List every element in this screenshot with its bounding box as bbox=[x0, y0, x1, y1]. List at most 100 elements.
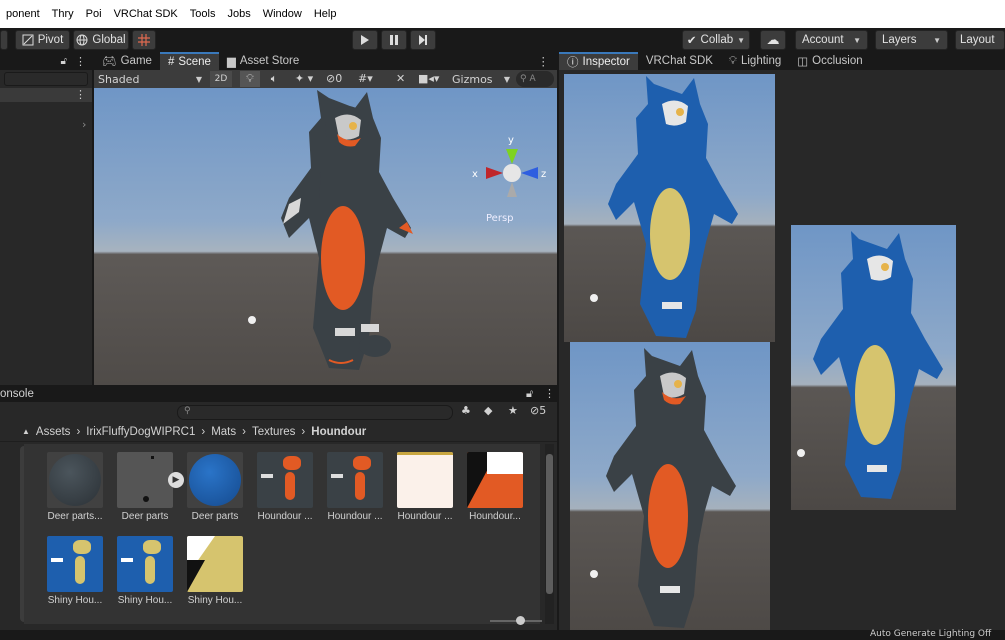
layers-dropdown[interactable]: Layers ▼ bbox=[875, 30, 948, 50]
asset-item[interactable]: Houndour... bbox=[462, 452, 528, 522]
label-tag-icon[interactable]: ◆ bbox=[484, 404, 492, 417]
menu-poi[interactable]: Poi bbox=[80, 8, 108, 24]
asset-item[interactable]: Houndour ... bbox=[252, 452, 318, 522]
tab-vrchat-sdk[interactable]: VRChat SDK bbox=[638, 52, 721, 70]
menu-jobs[interactable]: Jobs bbox=[221, 8, 256, 24]
expand-arrow-icon[interactable]: › bbox=[82, 118, 86, 131]
tool-button-edge[interactable] bbox=[0, 30, 8, 50]
tab-console[interactable]: onsole bbox=[0, 388, 34, 400]
material-thumbnail bbox=[47, 452, 103, 508]
hash-icon: # bbox=[167, 56, 175, 68]
breadcrumb: ▲ Assets › IrixFluffyDogWIPRC1 › Mats › Tex… bbox=[0, 422, 557, 442]
more-options-icon[interactable]: ⋮ bbox=[544, 387, 555, 400]
tab-scene[interactable]: # Scene bbox=[159, 52, 219, 70]
globe-icon bbox=[76, 34, 88, 46]
hidden-packages-toggle[interactable]: ⊘5 bbox=[530, 404, 546, 417]
play-button[interactable] bbox=[352, 30, 378, 50]
shading-mode-label: Shaded bbox=[98, 72, 140, 86]
perspective-label[interactable]: Persp bbox=[486, 213, 514, 224]
chevron-down-icon: ▼ bbox=[737, 35, 746, 45]
material-thumbnail bbox=[187, 452, 243, 508]
menu-tools[interactable]: Tools bbox=[184, 8, 222, 24]
pivot-button[interactable]: Pivot bbox=[15, 30, 70, 50]
breadcrumb-mats[interactable]: Mats bbox=[211, 426, 236, 438]
scene-panel: 🎮︎ Game # Scene ▆ Asset Store ⋮ Shaded ▼ 2D… bbox=[94, 52, 557, 385]
scene-search-input[interactable]: ⚲ A bbox=[516, 71, 554, 87]
material-thumbnail bbox=[117, 452, 173, 508]
asset-label: Shiny Hou... bbox=[47, 595, 103, 606]
asset-item[interactable]: Houndour ... bbox=[322, 452, 388, 522]
more-options-icon[interactable]: ⋮ bbox=[75, 55, 86, 68]
asset-item[interactable]: Deer parts bbox=[182, 452, 248, 522]
breadcrumb-houndour[interactable]: Houndour bbox=[311, 426, 366, 438]
asset-item[interactable]: Shiny Hou... bbox=[112, 536, 178, 606]
pause-button[interactable] bbox=[381, 30, 407, 50]
asset-item[interactable]: Shiny Hou... bbox=[182, 536, 248, 606]
grid-snap-button[interactable] bbox=[132, 30, 156, 50]
menu-items: ponent Thry Poi VRChat SDK Tools Jobs Wi… bbox=[0, 8, 342, 24]
layout-dropdown[interactable]: Layout bbox=[955, 30, 1005, 50]
light-probe-icon bbox=[248, 316, 256, 324]
asset-item[interactable]: Deer parts bbox=[112, 452, 178, 522]
asset-item[interactable]: Shiny Hou... bbox=[42, 536, 108, 606]
collab-button[interactable]: ✔ Collab ▼ bbox=[682, 30, 750, 50]
tab-asset-store[interactable]: ▆ Asset Store bbox=[219, 52, 307, 70]
asset-label: Houndour... bbox=[469, 511, 521, 522]
menu-thry[interactable]: Thry bbox=[46, 8, 80, 24]
main-toolbar: Pivot Global ✔ Collab ▼ ☁ Account ▼ Laye… bbox=[0, 28, 1005, 52]
menu-vrchat-sdk[interactable]: VRChat SDK bbox=[108, 8, 184, 24]
audio-toggle-button[interactable]: 🔈︎ bbox=[264, 71, 284, 87]
lock-icon[interactable]: 🔓︎ bbox=[526, 387, 533, 401]
filter-type-icon[interactable]: ♣ bbox=[461, 404, 471, 417]
tab-occlusion-label: Occlusion bbox=[812, 55, 863, 67]
effects-dropdown[interactable]: ✦ ▾ bbox=[288, 71, 320, 87]
camera-icon: ■◂▾ bbox=[418, 72, 440, 85]
collapse-arrow-icon[interactable]: ▲ bbox=[22, 427, 30, 436]
tab-lighting[interactable]: 💡︎ Lighting bbox=[721, 52, 789, 70]
grid-dropdown[interactable]: #▾ bbox=[358, 71, 390, 87]
cloud-button[interactable]: ☁ bbox=[760, 30, 786, 50]
tools-button[interactable]: ✕ bbox=[396, 71, 414, 87]
breadcrumb-assets[interactable]: Assets bbox=[36, 426, 71, 438]
tab-inspector[interactable]: ⓘ Inspector bbox=[559, 52, 638, 70]
lighting-toggle-button[interactable]: 💡︎ bbox=[240, 71, 260, 87]
menu-component[interactable]: ponent bbox=[0, 8, 46, 24]
asset-item[interactable]: Houndour ... bbox=[392, 452, 458, 522]
tab-game[interactable]: 🎮︎ Game bbox=[94, 52, 160, 70]
pivot-icon bbox=[22, 34, 34, 46]
hierarchy-search-input[interactable] bbox=[4, 72, 88, 86]
hidden-objects-toggle[interactable]: ⊘0 bbox=[326, 71, 354, 87]
scene-more-icon[interactable]: ⋮ bbox=[530, 52, 558, 70]
project-search-input[interactable]: ⚲ bbox=[177, 405, 453, 420]
layout-label: Layout bbox=[960, 34, 995, 46]
breadcrumb-irix[interactable]: IrixFluffyDogWIPRC1 bbox=[86, 426, 195, 438]
scene-tabbar: 🎮︎ Game # Scene ▆ Asset Store ⋮ bbox=[94, 52, 557, 70]
scene-options-icon[interactable]: ⋮ bbox=[75, 88, 86, 101]
favorite-star-icon[interactable]: ★ bbox=[508, 404, 518, 417]
lock-icon[interactable]: 🔓︎ bbox=[61, 56, 67, 67]
step-button[interactable] bbox=[410, 30, 436, 50]
thumbnail-size-slider[interactable] bbox=[490, 616, 542, 625]
toggle-2d-button[interactable]: 2D bbox=[210, 71, 232, 87]
asset-item[interactable]: Deer parts... bbox=[42, 452, 108, 522]
chevron-down-icon: ▼ bbox=[195, 74, 202, 84]
tab-occlusion[interactable]: ◫ Occlusion bbox=[789, 52, 870, 70]
breadcrumb-textures[interactable]: Textures bbox=[252, 426, 295, 438]
tab-scene-label: Scene bbox=[178, 56, 211, 68]
asset-grid-scrollbar[interactable] bbox=[545, 444, 554, 624]
gizmos-dropdown[interactable]: Gizmos ▼ bbox=[450, 71, 512, 87]
menu-window[interactable]: Window bbox=[257, 8, 308, 24]
scene-viewport[interactable]: y x z Persp bbox=[94, 88, 557, 385]
hierarchy-scene-row[interactable]: ⋮ bbox=[0, 88, 92, 102]
tab-lighting-label: Lighting bbox=[740, 55, 782, 67]
camera-dropdown[interactable]: ■◂▾ bbox=[418, 71, 448, 87]
layers-label: Layers bbox=[882, 34, 917, 46]
account-label: Account bbox=[802, 34, 844, 46]
shading-mode-dropdown[interactable]: Shaded ▼ bbox=[96, 71, 204, 87]
check-icon: ✔ bbox=[686, 35, 697, 47]
account-dropdown[interactable]: Account ▼ bbox=[795, 30, 868, 50]
global-button[interactable]: Global bbox=[73, 30, 129, 50]
menu-help[interactable]: Help bbox=[308, 8, 343, 24]
chevron-right-icon: › bbox=[301, 425, 306, 438]
asset-label: Houndour ... bbox=[327, 511, 383, 522]
